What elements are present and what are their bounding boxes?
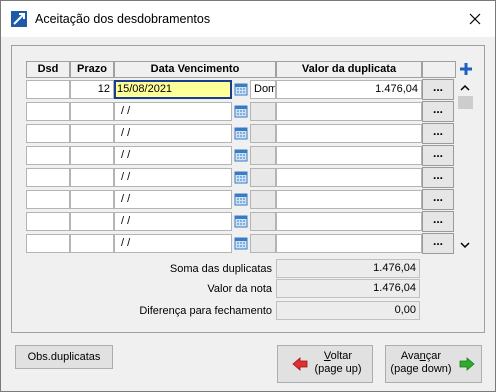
data-vencimento-input[interactable]: / / — [114, 146, 232, 165]
obs-duplicatas-button[interactable]: Obs.duplicatas — [15, 345, 113, 369]
dsd-cell[interactable] — [26, 102, 70, 121]
valor-duplicata-input[interactable] — [276, 212, 422, 231]
diferenca-field: 0,00 — [276, 301, 420, 320]
weekday-cell — [250, 212, 276, 231]
calendar-icon[interactable] — [234, 82, 248, 96]
valor-duplicata-input[interactable]: 1.476,04 — [276, 80, 422, 99]
dsd-cell[interactable] — [26, 234, 70, 253]
prazo-cell[interactable] — [70, 190, 114, 209]
weekday-cell — [250, 124, 276, 143]
scroll-down-icon[interactable] — [460, 240, 470, 250]
data-vencimento-input[interactable]: 15/08/2021 — [114, 80, 232, 99]
avancar-label: Avançar (page down) — [390, 350, 452, 375]
installments-panel: Dsd Prazo Data Vencimento Valor da dupli… — [11, 45, 485, 333]
valor-nota-label: Valor da nota — [207, 283, 272, 295]
weekday-cell — [250, 146, 276, 165]
app-icon — [11, 11, 27, 27]
calendar-icon[interactable] — [234, 236, 248, 250]
header-dsd[interactable]: Dsd — [26, 61, 70, 78]
calendar-icon[interactable] — [234, 170, 248, 184]
valor-duplicata-input[interactable] — [276, 168, 422, 187]
row-options-button[interactable]: ... — [422, 145, 454, 166]
calendar-icon[interactable] — [234, 104, 248, 118]
row-options-button[interactable]: ... — [422, 123, 454, 144]
close-icon[interactable] — [465, 9, 485, 29]
calendar-icon[interactable] — [234, 214, 248, 228]
calendar-icon[interactable] — [234, 126, 248, 140]
arrow-left-icon — [292, 357, 308, 371]
voltar-label: Voltar (page up) — [314, 350, 362, 375]
row-options-button[interactable]: ... — [422, 233, 454, 254]
valor-duplicata-input[interactable] — [276, 234, 422, 253]
prazo-cell[interactable]: 12 — [70, 80, 114, 99]
prazo-cell[interactable] — [70, 168, 114, 187]
dsd-cell[interactable] — [26, 80, 70, 99]
diferenca-label: Diferença para fechamento — [139, 305, 272, 317]
header-valor-duplicata[interactable]: Valor da duplicata — [276, 61, 422, 78]
prazo-cell[interactable] — [70, 146, 114, 165]
dsd-cell[interactable] — [26, 168, 70, 187]
dsd-cell[interactable] — [26, 146, 70, 165]
data-vencimento-input[interactable]: / / — [114, 168, 232, 187]
row-options-button[interactable]: ... — [422, 189, 454, 210]
valor-duplicata-input[interactable] — [276, 190, 422, 209]
calendar-icon[interactable] — [234, 148, 248, 162]
row-options-button[interactable]: ... — [422, 211, 454, 232]
header-action — [422, 61, 456, 78]
data-vencimento-input[interactable]: / / — [114, 124, 232, 143]
row-options-button[interactable]: ... — [422, 101, 454, 122]
dsd-cell[interactable] — [26, 124, 70, 143]
prazo-cell[interactable] — [70, 212, 114, 231]
voltar-button[interactable]: Voltar (page up) — [277, 345, 373, 383]
valor-duplicata-input[interactable] — [276, 124, 422, 143]
prazo-cell[interactable] — [70, 124, 114, 143]
soma-field: 1.476,04 — [276, 259, 420, 278]
dsd-cell[interactable] — [26, 212, 70, 231]
prazo-cell[interactable] — [70, 102, 114, 121]
prazo-cell[interactable] — [70, 234, 114, 253]
data-vencimento-input[interactable]: / / — [114, 190, 232, 209]
row-options-button[interactable]: ... — [422, 167, 454, 188]
valor-duplicata-input[interactable] — [276, 102, 422, 121]
dialog-window: Aceitação dos desdobramentos Dsd Prazo D… — [0, 0, 496, 392]
valor-nota-field: 1.476,04 — [276, 279, 420, 298]
weekday-cell — [250, 102, 276, 121]
data-vencimento-input[interactable]: / / — [114, 102, 232, 121]
window-title: Aceitação dos desdobramentos — [35, 12, 211, 26]
scrollbar-thumb[interactable] — [458, 96, 473, 109]
soma-label: Soma das duplicatas — [169, 263, 272, 275]
header-prazo[interactable]: Prazo — [70, 61, 114, 78]
arrow-right-icon — [459, 357, 475, 371]
add-row-icon[interactable] — [458, 61, 474, 77]
data-vencimento-input[interactable]: / / — [114, 234, 232, 253]
weekday-cell — [250, 190, 276, 209]
scroll-up-icon[interactable] — [460, 83, 470, 93]
data-vencimento-input[interactable]: / / — [114, 212, 232, 231]
weekday-cell — [250, 234, 276, 253]
title-bar: Aceitação dos desdobramentos — [1, 1, 495, 37]
weekday-cell — [250, 168, 276, 187]
row-options-button[interactable]: ... — [422, 79, 454, 100]
valor-duplicata-input[interactable] — [276, 146, 422, 165]
avancar-button[interactable]: Avançar (page down) — [385, 345, 482, 383]
header-data-vencimento[interactable]: Data Vencimento — [114, 61, 276, 78]
weekday-cell: Dom — [250, 80, 276, 99]
dsd-cell[interactable] — [26, 190, 70, 209]
calendar-icon[interactable] — [234, 192, 248, 206]
